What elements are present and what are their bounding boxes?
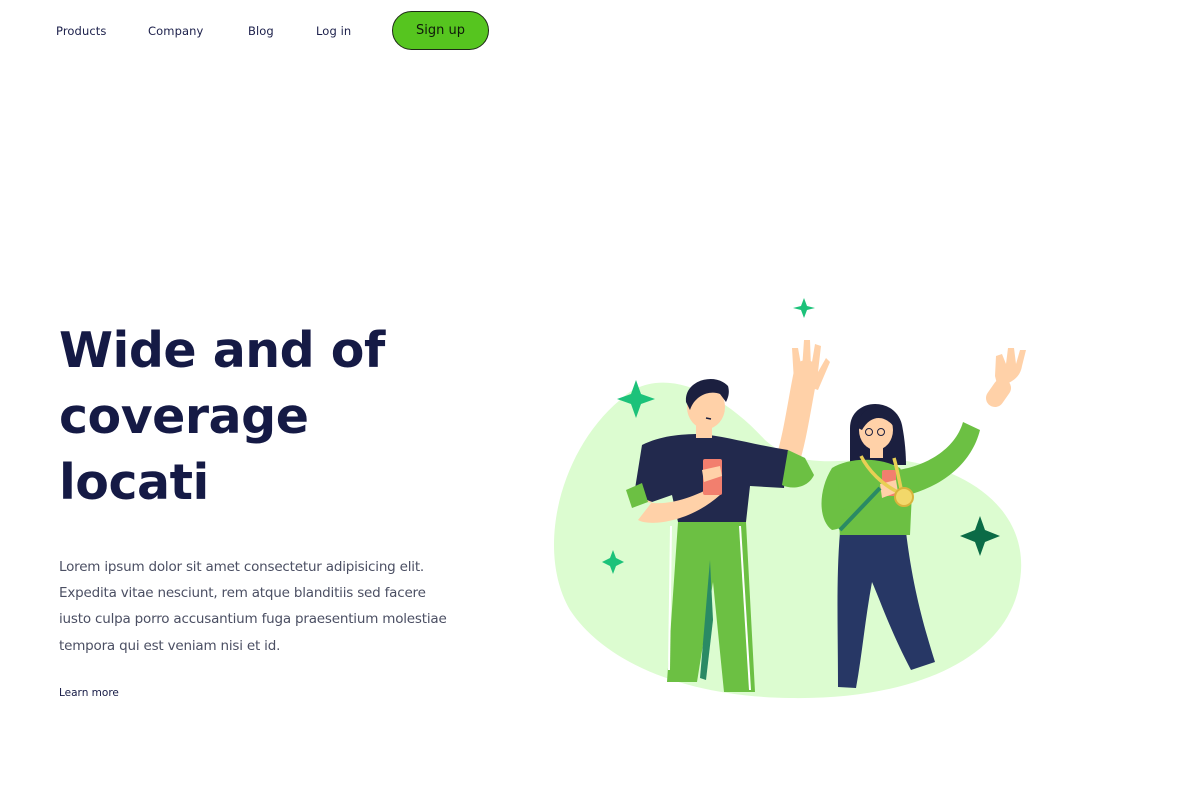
signup-button[interactable]: Sign up (392, 11, 489, 50)
nav-link-login[interactable]: Log in (316, 24, 351, 38)
sparkle-icon (793, 298, 815, 318)
hero-title-line-1: Wide and of (59, 322, 385, 379)
nav-link-blog[interactable]: Blog (248, 24, 274, 38)
nav-link-company[interactable]: Company (148, 24, 203, 38)
medal-icon (894, 487, 914, 507)
top-navigation: Products Company Blog Log in Sign up (0, 0, 1185, 64)
hero-title: Wide and of coverage locati (59, 318, 479, 516)
nav-link-products[interactable]: Products (56, 24, 106, 38)
hero-title-line-3: locati (59, 454, 209, 511)
hero-description: Lorem ipsum dolor sit amet consectetur a… (59, 559, 447, 654)
learn-more-link[interactable]: Learn more (59, 687, 119, 699)
hero-illustration (554, 298, 1026, 699)
hero-title-line-2: coverage (59, 388, 309, 445)
